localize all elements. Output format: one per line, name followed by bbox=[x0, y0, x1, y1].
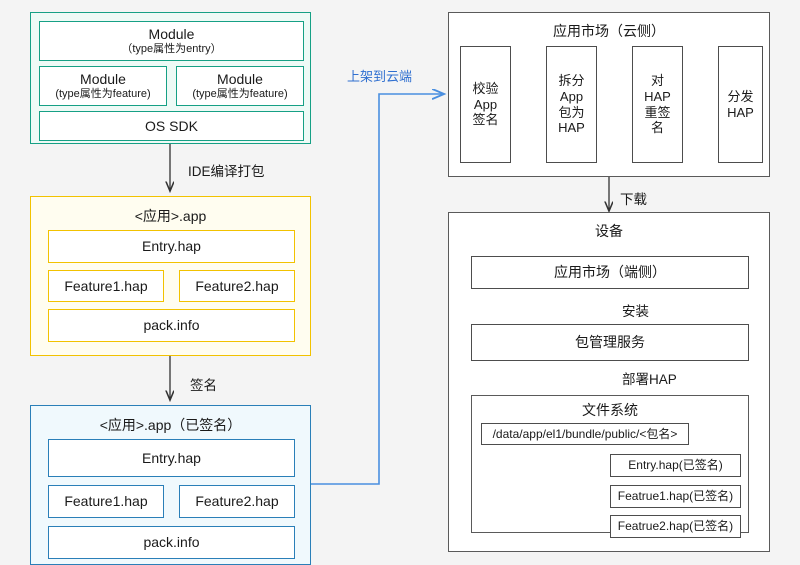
app-pack-info-label: pack.info bbox=[143, 317, 200, 334]
edge-upload-cloud bbox=[311, 94, 444, 485]
device-app-market-label: 应用市场（端侧） bbox=[554, 264, 666, 281]
feature-module-box-2[interactable]: Module (type属性为feature) bbox=[176, 66, 304, 106]
filesystem-path-label: /data/app/el1/bundle/public/<包名> bbox=[492, 426, 678, 441]
app-package-title: <应用>.app bbox=[134, 208, 207, 224]
app-entry-hap-label: Entry.hap bbox=[142, 238, 201, 255]
feature-module-box-1[interactable]: Module (type属性为feature) bbox=[39, 66, 167, 106]
edge-label-sign: 签名 bbox=[190, 378, 217, 393]
diagram-canvas: Module （type属性为entry） Module (type属性为fea… bbox=[0, 0, 800, 565]
os-sdk-label: OS SDK bbox=[145, 117, 198, 134]
market-step-label-4: 分发 HAP bbox=[727, 88, 754, 120]
package-manager-box[interactable]: 包管理服务 bbox=[471, 324, 749, 361]
os-sdk-box[interactable]: OS SDK bbox=[39, 111, 304, 141]
filesystem-file-box-feature1[interactable]: Featrue1.hap(已签名) bbox=[610, 485, 741, 508]
market-step-distribute-hap[interactable]: 分发 HAP bbox=[718, 46, 763, 163]
market-step-resign-hap[interactable]: 对 HAP 重签 名 bbox=[632, 46, 683, 163]
filesystem-file-label-3: Featrue2.hap(已签名) bbox=[617, 519, 734, 534]
filesystem-path-box[interactable]: /data/app/el1/bundle/public/<包名> bbox=[481, 423, 689, 445]
market-step-verify-signature[interactable]: 校验 App 签名 bbox=[460, 46, 511, 163]
market-step-split-app[interactable]: 拆分 App 包为 HAP bbox=[546, 46, 597, 163]
device-title: 设备 bbox=[595, 223, 623, 239]
signed-pack-info-label: pack.info bbox=[143, 534, 200, 551]
signed-app-package-group: <应用>.app（已签名） Entry.hap Feature1.hap Fea… bbox=[30, 405, 311, 565]
edge-label-deploy-hap: 部署HAP bbox=[622, 372, 677, 387]
feature-module-label-2: Module (type属性为feature) bbox=[192, 70, 288, 101]
device-app-market-box[interactable]: 应用市场（端侧） bbox=[471, 256, 749, 289]
edge-label-ide-build: IDE编译打包 bbox=[188, 164, 265, 179]
signed-entry-hap-box[interactable]: Entry.hap bbox=[48, 439, 295, 477]
market-step-label-2: 拆分 App 包为 HAP bbox=[558, 73, 585, 136]
app-feature2-hap-box[interactable]: Feature2.hap bbox=[179, 270, 295, 302]
app-package-group: <应用>.app Entry.hap Feature1.hap Feature2… bbox=[30, 196, 311, 356]
app-feature1-hap-label: Feature1.hap bbox=[64, 277, 148, 294]
signed-feature2-hap-label: Feature2.hap bbox=[195, 493, 279, 510]
edge-label-upload-cloud: 上架到云端 bbox=[347, 69, 413, 84]
market-step-label-3: 对 HAP 重签 名 bbox=[644, 73, 671, 136]
entry-module-label: Module （type属性为entry） bbox=[121, 25, 222, 56]
app-feature1-hap-box[interactable]: Feature1.hap bbox=[48, 270, 164, 302]
filesystem-file-label-1: Entry.hap(已签名) bbox=[628, 458, 723, 473]
app-pack-info-box[interactable]: pack.info bbox=[48, 309, 295, 342]
edge-label-install: 安装 bbox=[622, 304, 649, 319]
signed-feature2-hap-box[interactable]: Feature2.hap bbox=[179, 485, 295, 518]
feature-module-label-1: Module (type属性为feature) bbox=[55, 70, 151, 101]
entry-module-box[interactable]: Module （type属性为entry） bbox=[39, 21, 304, 61]
filesystem-file-box-entry[interactable]: Entry.hap(已签名) bbox=[610, 454, 741, 477]
signed-entry-hap-label: Entry.hap bbox=[142, 449, 201, 466]
filesystem-group: 文件系统 /data/app/el1/bundle/public/<包名> En… bbox=[471, 395, 749, 538]
signed-pack-info-box[interactable]: pack.info bbox=[48, 526, 295, 559]
filesystem-title: 文件系统 bbox=[582, 402, 638, 418]
signed-feature1-hap-label: Feature1.hap bbox=[64, 493, 148, 510]
market-step-label-1: 校验 App 签名 bbox=[472, 81, 499, 128]
cloud-app-market-group: 应用市场（云侧） 校验 App 签名 拆分 App 包为 HAP 对 HAP 重… bbox=[448, 12, 770, 177]
filesystem-file-label-2: Featrue1.hap(已签名) bbox=[617, 489, 734, 504]
cloud-app-market-title: 应用市场（云侧） bbox=[553, 23, 665, 39]
project-group: Module （type属性为entry） Module (type属性为fea… bbox=[30, 12, 311, 144]
edge-label-download: 下载 bbox=[620, 192, 647, 207]
app-feature2-hap-label: Feature2.hap bbox=[195, 277, 279, 294]
filesystem-file-box-feature2[interactable]: Featrue2.hap(已签名) bbox=[610, 515, 741, 538]
signed-app-package-title: <应用>.app（已签名） bbox=[99, 417, 242, 433]
package-manager-label: 包管理服务 bbox=[575, 334, 645, 351]
app-entry-hap-box[interactable]: Entry.hap bbox=[48, 230, 295, 263]
signed-feature1-hap-box[interactable]: Feature1.hap bbox=[48, 485, 164, 518]
device-group: 设备 应用市场（端侧） 安装 包管理服务 部署HAP 文件系统 /data/ap… bbox=[448, 212, 770, 552]
